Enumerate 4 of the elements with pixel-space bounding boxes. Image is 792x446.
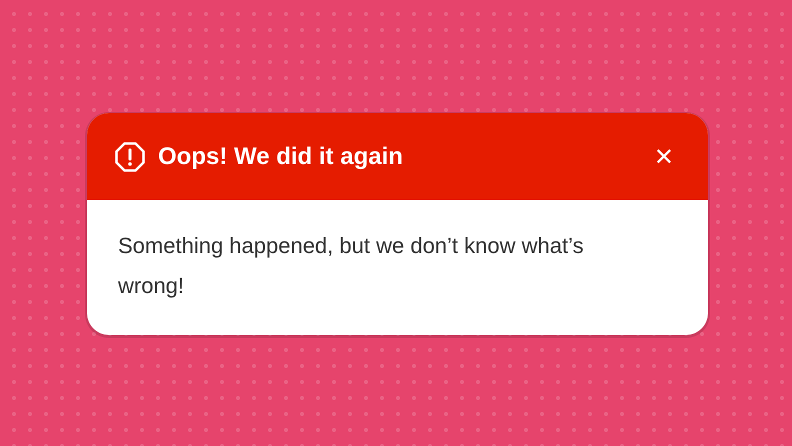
- close-button[interactable]: ✕: [650, 142, 678, 170]
- warning-icon: [114, 140, 146, 172]
- alert-message: Something happened, but we don’t know what’s wrong!: [118, 232, 585, 300]
- alert-title: Oops! We did it again: [158, 142, 404, 170]
